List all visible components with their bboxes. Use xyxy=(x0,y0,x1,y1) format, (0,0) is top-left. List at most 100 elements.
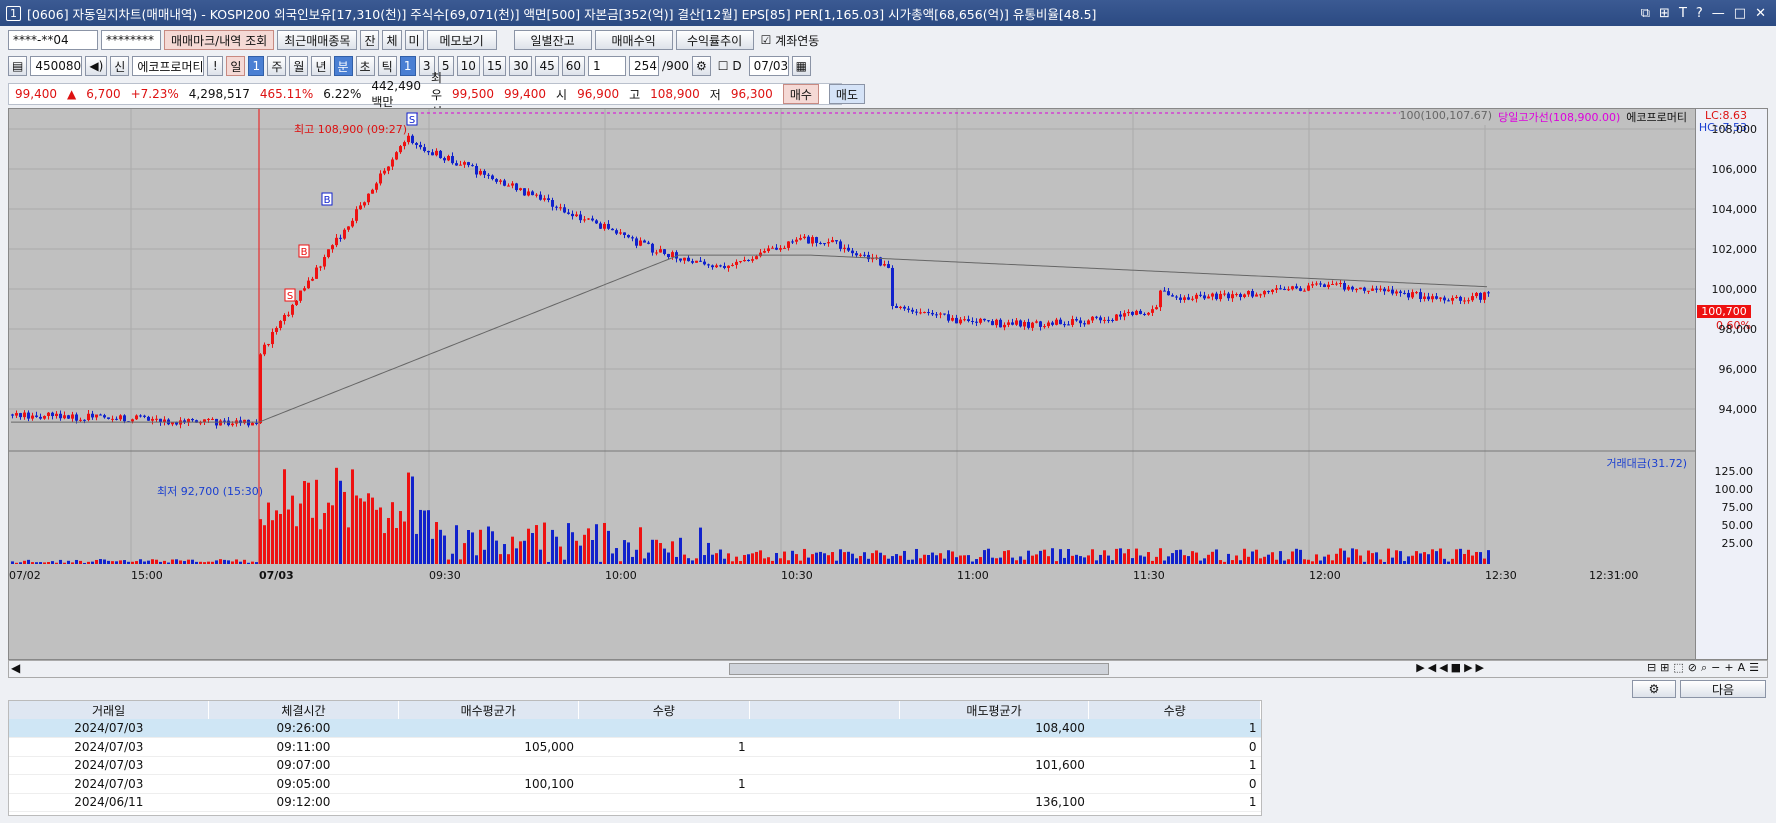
alert-icon[interactable]: ! xyxy=(207,56,223,76)
tab-balance[interactable]: 잔 xyxy=(360,30,379,50)
minute-45[interactable]: 45 xyxy=(535,56,558,76)
volume-bar xyxy=(107,561,110,564)
volume-bar xyxy=(475,555,478,564)
volume-bar xyxy=(655,540,658,564)
candle-body xyxy=(735,262,738,265)
table-row[interactable]: 2024/07/03 09:07:00 101,600 1 xyxy=(9,756,1261,775)
sell-button[interactable]: 매도 xyxy=(829,84,865,104)
candle-body xyxy=(931,313,934,314)
chart-scrollbar[interactable]: ◀ ▶◀◀■▶▶ ⊟⊞⬚⊘⌕−+A☰ xyxy=(8,660,1768,678)
period-month[interactable]: 월 xyxy=(289,56,308,76)
volume-bar xyxy=(583,535,586,564)
candle-body xyxy=(155,419,158,420)
volume-bar xyxy=(51,561,54,564)
minute-60[interactable]: 60 xyxy=(562,56,585,76)
candle-body xyxy=(427,151,430,152)
date-input[interactable]: 07/03 xyxy=(749,56,789,76)
settings-button[interactable]: ⚙ xyxy=(1632,680,1676,698)
minute-10[interactable]: 10 xyxy=(457,56,480,76)
buy-button[interactable]: 매수 xyxy=(783,84,819,104)
candle-body xyxy=(927,312,930,313)
candle-body xyxy=(519,188,522,190)
pin-icon[interactable]: ⊞ xyxy=(1659,6,1670,21)
candle-body xyxy=(1407,293,1410,297)
help-icon[interactable]: ? xyxy=(1696,6,1703,21)
scroll-left-icon[interactable]: ◀ xyxy=(11,661,20,675)
speaker-icon[interactable]: ◀) xyxy=(85,56,107,76)
volume-bar xyxy=(1059,549,1062,564)
recent-stocks-button[interactable]: 최근매매종목 xyxy=(277,30,357,50)
candle-body xyxy=(1471,296,1474,300)
candle-body xyxy=(723,266,726,268)
candle-body xyxy=(591,218,594,220)
layout-icon[interactable]: ▤ xyxy=(8,56,27,76)
next-button[interactable]: 다음 xyxy=(1680,680,1766,698)
memo-button[interactable]: 메모보기 xyxy=(427,30,497,50)
volume-bar xyxy=(39,562,42,564)
volume-bar xyxy=(1471,556,1474,564)
password-field[interactable]: ******** xyxy=(101,30,161,50)
candle-body xyxy=(799,238,802,240)
account-link-checkbox[interactable]: ☑ 계좌연동 xyxy=(757,30,824,50)
volume-bar xyxy=(171,560,174,564)
candle-body xyxy=(315,268,318,279)
period-year[interactable]: 년 xyxy=(311,56,330,76)
period-tick[interactable]: 틱 xyxy=(378,56,397,76)
table-cell xyxy=(899,738,1089,757)
minute-1[interactable]: 1 xyxy=(400,56,416,76)
volume-bar xyxy=(1095,560,1098,564)
volume-bar xyxy=(499,554,502,564)
volume-bar xyxy=(843,552,846,564)
candle-body xyxy=(211,419,214,420)
credit-icon[interactable]: 신 xyxy=(110,56,129,76)
volume-bar xyxy=(555,537,558,564)
volume-bar xyxy=(783,552,786,564)
zoom-tools[interactable]: ⊟⊞⬚⊘⌕−+A☰ xyxy=(1647,661,1763,675)
period-week[interactable]: 주 xyxy=(267,56,286,76)
volume-bar xyxy=(591,540,594,564)
pnl-button[interactable]: 매매수익 xyxy=(595,30,673,50)
table-row[interactable]: 2024/07/03 09:26:00 108,400 1 xyxy=(9,719,1261,738)
volume-bar xyxy=(1479,552,1482,564)
candle-body xyxy=(763,251,766,253)
maximize-icon[interactable]: □ xyxy=(1734,6,1746,21)
period-day-button[interactable]: 일 xyxy=(226,56,245,76)
account-select[interactable]: ****-**04 xyxy=(8,30,98,50)
period-second[interactable]: 초 xyxy=(356,56,375,76)
table-row[interactable]: 2024/07/03 09:11:00 105,000 1 0 xyxy=(9,738,1261,757)
count-input[interactable]: 254 xyxy=(629,56,659,76)
tab-filled[interactable]: 체 xyxy=(382,30,401,50)
table-row[interactable]: 2024/06/11 09:12:00 136,100 1 xyxy=(9,793,1261,812)
minimize-icon[interactable]: — xyxy=(1712,6,1725,21)
mark-query-button[interactable]: 매매마크/내역 조회 xyxy=(164,30,274,50)
table-row[interactable]: 2024/07/03 09:05:00 100,100 1 0 xyxy=(9,775,1261,794)
volume-bar xyxy=(443,536,446,564)
day-count[interactable]: 1 xyxy=(248,56,264,76)
minute-30[interactable]: 30 xyxy=(509,56,532,76)
price-change: 6,700 xyxy=(86,87,120,101)
candle-body xyxy=(1019,320,1022,326)
price-chart[interactable]: S B B S 최고 108,900 (09:27) 최저 92,700 (15:30… xyxy=(8,108,1768,660)
return-trend-button[interactable]: 수익률추이 xyxy=(676,30,754,50)
tab-unfilled[interactable]: 미 xyxy=(405,30,424,50)
minute-15[interactable]: 15 xyxy=(483,56,506,76)
calendar-icon[interactable]: ▦ xyxy=(792,56,811,76)
stock-code-input[interactable]: 450080 xyxy=(30,56,82,76)
close-icon[interactable]: ✕ xyxy=(1755,6,1766,21)
daily-balance-button[interactable]: 일별잔고 xyxy=(514,30,592,50)
interval-select[interactable]: 1 xyxy=(588,56,626,76)
volume-bar xyxy=(131,562,134,564)
tools-icon[interactable]: ⚙ xyxy=(692,56,711,76)
candle-body xyxy=(27,413,30,419)
volume-bar xyxy=(1267,555,1270,564)
period-minute[interactable]: 분 xyxy=(334,56,353,76)
candle-body xyxy=(1463,301,1466,302)
volume-bar xyxy=(295,526,298,564)
playback-controls[interactable]: ▶◀◀■▶▶ xyxy=(1416,661,1487,674)
restore-icon[interactable]: ⧉ xyxy=(1641,6,1650,21)
font-icon[interactable]: T xyxy=(1679,6,1687,21)
scroll-thumb[interactable] xyxy=(729,663,1109,675)
date-flag[interactable]: ☐ D xyxy=(714,56,746,76)
volume-bar xyxy=(911,560,914,564)
candle-body xyxy=(1319,283,1322,284)
